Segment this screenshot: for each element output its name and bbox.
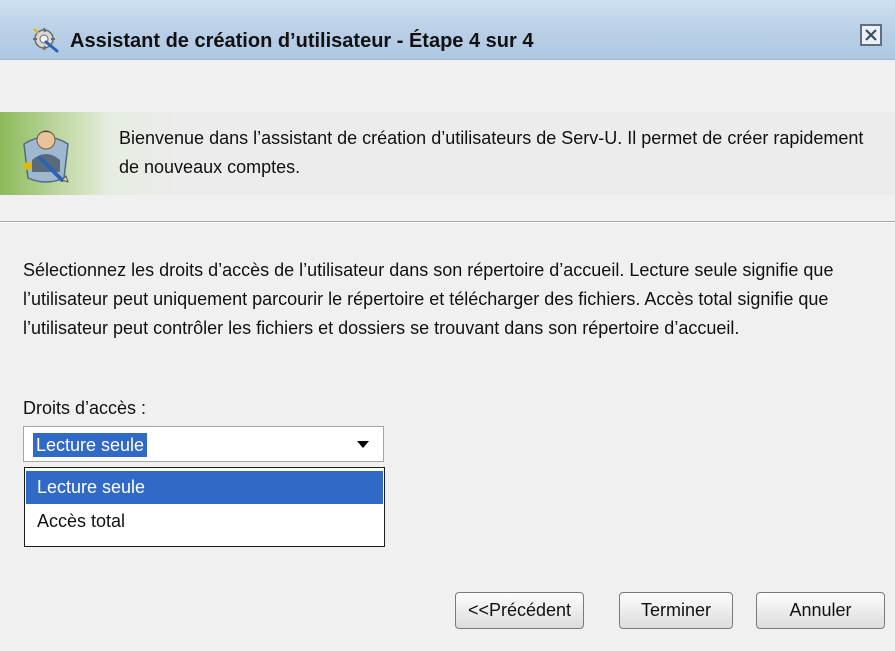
chevron-down-icon[interactable] xyxy=(357,441,369,448)
close-button[interactable] xyxy=(860,24,882,46)
previous-button[interactable]: <<Précédent xyxy=(455,592,584,629)
close-icon xyxy=(865,29,877,41)
banner-text: Bienvenue dans l’assistant de création d… xyxy=(119,128,864,177)
cancel-button[interactable]: Annuler xyxy=(756,592,885,629)
option-acces-total[interactable]: Accès total xyxy=(26,505,383,538)
access-rights-label: Droits d’accès : xyxy=(23,398,147,418)
title-bar: Assistant de création d’utilisateur - Ét… xyxy=(0,0,895,60)
divider xyxy=(0,221,895,223)
access-rights-selected-value: Lecture seule xyxy=(33,433,148,457)
option-lecture-seule[interactable]: Lecture seule xyxy=(26,471,383,504)
user-wizard-icon xyxy=(23,130,69,183)
access-rights-dropdown-list: Lecture seule Accès total xyxy=(24,467,385,547)
welcome-banner: Bienvenue dans l’assistant de création d… xyxy=(0,112,895,195)
wizard-icon xyxy=(33,27,59,53)
access-description: Sélectionnez les droits d’accès de l’uti… xyxy=(23,260,834,338)
finish-button[interactable]: Terminer xyxy=(619,592,733,629)
access-rights-select[interactable]: Lecture seule xyxy=(23,426,384,462)
window-title: Assistant de création d’utilisateur - Ét… xyxy=(70,30,534,52)
